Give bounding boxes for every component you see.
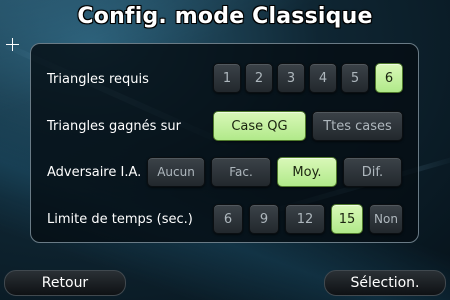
limite-temps-option-15[interactable]: 15 bbox=[331, 204, 363, 234]
triangles-requis-option-4[interactable]: 4 bbox=[309, 63, 337, 93]
back-button[interactable]: Retour bbox=[4, 270, 126, 296]
adversaire-option-dif[interactable]: Dif. bbox=[343, 157, 402, 187]
limite-temps-option-6[interactable]: 6 bbox=[213, 204, 243, 234]
page-title: Config. mode Classique bbox=[77, 4, 373, 29]
triangles-requis-option-3[interactable]: 3 bbox=[277, 63, 305, 93]
limite-temps-option-12[interactable]: 12 bbox=[285, 204, 325, 234]
triangles-requis-label: Triangles requis bbox=[47, 72, 149, 87]
adversaire-label: Adversaire I.A. bbox=[47, 165, 142, 180]
select-button[interactable]: Sélection. bbox=[324, 270, 446, 296]
adversaire-option-moy[interactable]: Moy. bbox=[277, 157, 337, 187]
limite-temps-label: Limite de temps (sec.) bbox=[47, 212, 193, 227]
triangles-requis-option-1[interactable]: 1 bbox=[213, 63, 241, 93]
adversaire-option-fac[interactable]: Fac. bbox=[211, 157, 271, 187]
plus-icon bbox=[6, 38, 19, 51]
triangles-requis-option-6[interactable]: 6 bbox=[375, 63, 403, 93]
triangles-requis-option-5[interactable]: 5 bbox=[341, 63, 369, 93]
triangles-requis-option-2[interactable]: 2 bbox=[245, 63, 273, 93]
limite-temps-option-9[interactable]: 9 bbox=[249, 204, 279, 234]
triangles-gagnes-label: Triangles gagnés sur bbox=[47, 119, 181, 134]
triangles-gagnes-option-case-qg[interactable]: Case QG bbox=[213, 111, 306, 141]
triangles-gagnes-option-ttes-cases[interactable]: Ttes cases bbox=[312, 111, 403, 141]
adversaire-option-aucun[interactable]: Aucun bbox=[147, 157, 205, 187]
limite-temps-option-non[interactable]: Non bbox=[369, 204, 403, 234]
